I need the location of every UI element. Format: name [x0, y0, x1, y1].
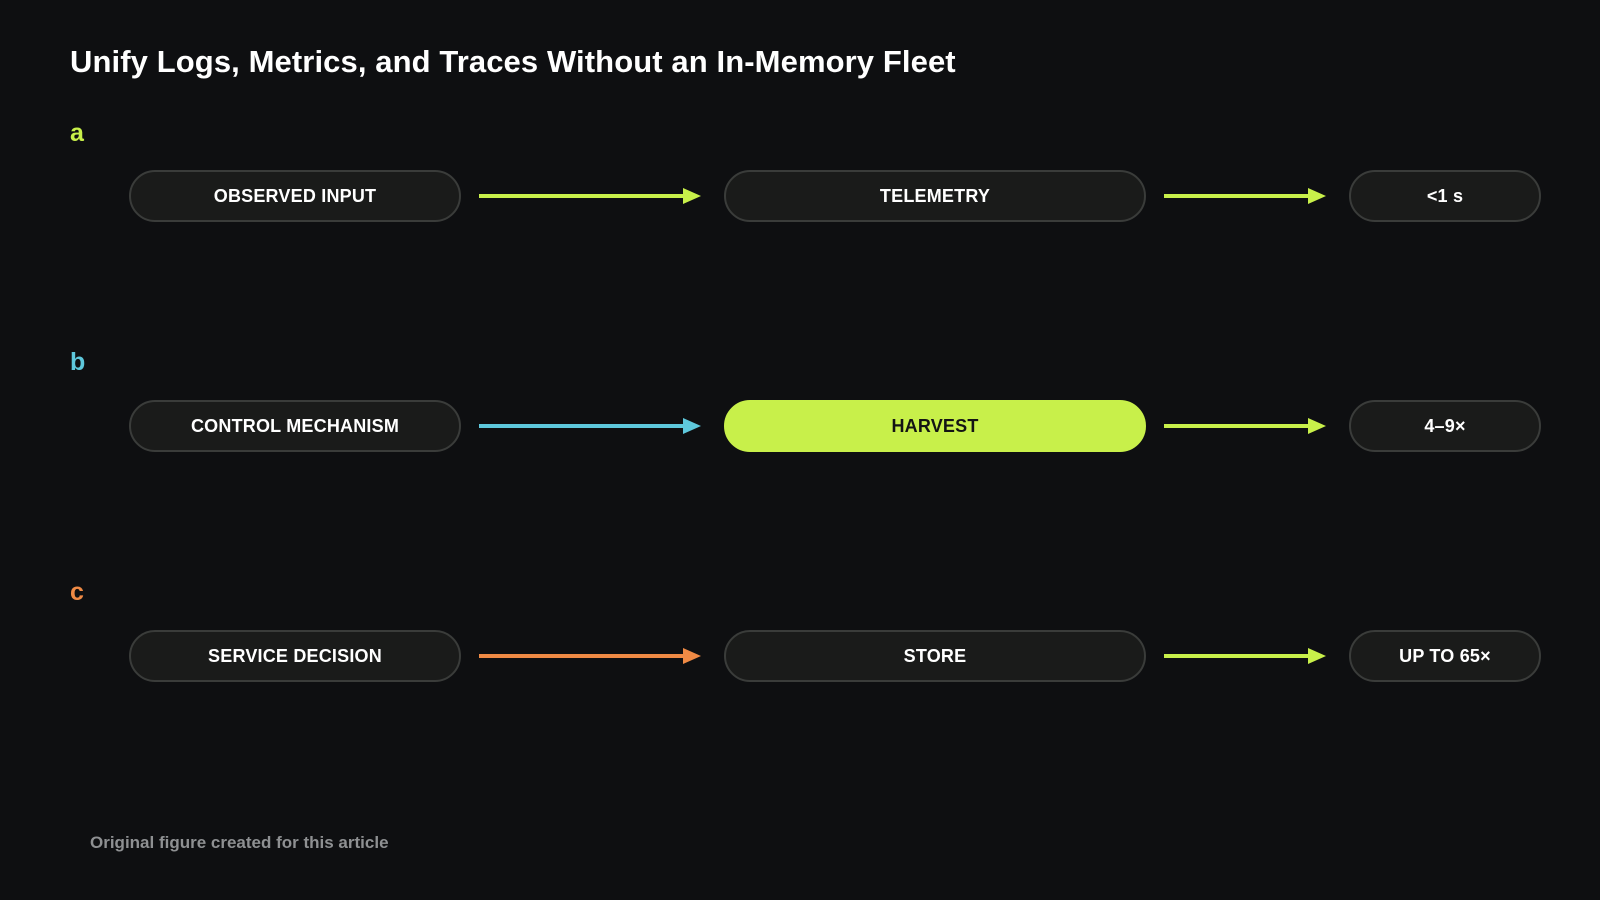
figure-caption: Original figure created for this article — [90, 833, 389, 852]
middle-node-c: STORE — [724, 630, 1146, 682]
output-node-a: <1 s — [1349, 170, 1541, 222]
arrow-graphic — [1164, 648, 1326, 664]
output-node-b: 4–9× — [1349, 400, 1541, 452]
arrow-graphic — [479, 648, 701, 664]
output-node-c: UP TO 65× — [1349, 630, 1541, 682]
arrow-head — [1308, 188, 1326, 204]
input-arrow-c — [479, 646, 701, 666]
figure-title: Unify Logs, Metrics, and Traces Without … — [70, 44, 956, 79]
row-label-a: a — [70, 119, 84, 147]
arrow-head — [1308, 648, 1326, 664]
arrow-graphic — [1164, 188, 1326, 204]
arrow-head — [683, 188, 701, 204]
arrow-graphic — [1164, 418, 1326, 434]
input-node-b: CONTROL MECHANISM — [129, 400, 461, 452]
arrow-head — [1308, 418, 1326, 434]
middle-node-a: TELEMETRY — [724, 170, 1146, 222]
output-arrow-a — [1164, 186, 1326, 206]
arrow-graphic — [479, 188, 701, 204]
input-arrow-a — [479, 186, 701, 206]
output-arrow-b — [1164, 416, 1326, 436]
input-node-a: OBSERVED INPUT — [129, 170, 461, 222]
row-label-b: b — [70, 348, 86, 376]
row-label-c: c — [70, 578, 84, 606]
input-node-c: SERVICE DECISION — [129, 630, 461, 682]
input-arrow-b — [479, 416, 701, 436]
output-arrow-c — [1164, 646, 1326, 666]
middle-node-b: HARVEST — [724, 400, 1146, 452]
arrow-graphic — [479, 418, 701, 434]
arrow-head — [683, 418, 701, 434]
arrow-head — [683, 648, 701, 664]
